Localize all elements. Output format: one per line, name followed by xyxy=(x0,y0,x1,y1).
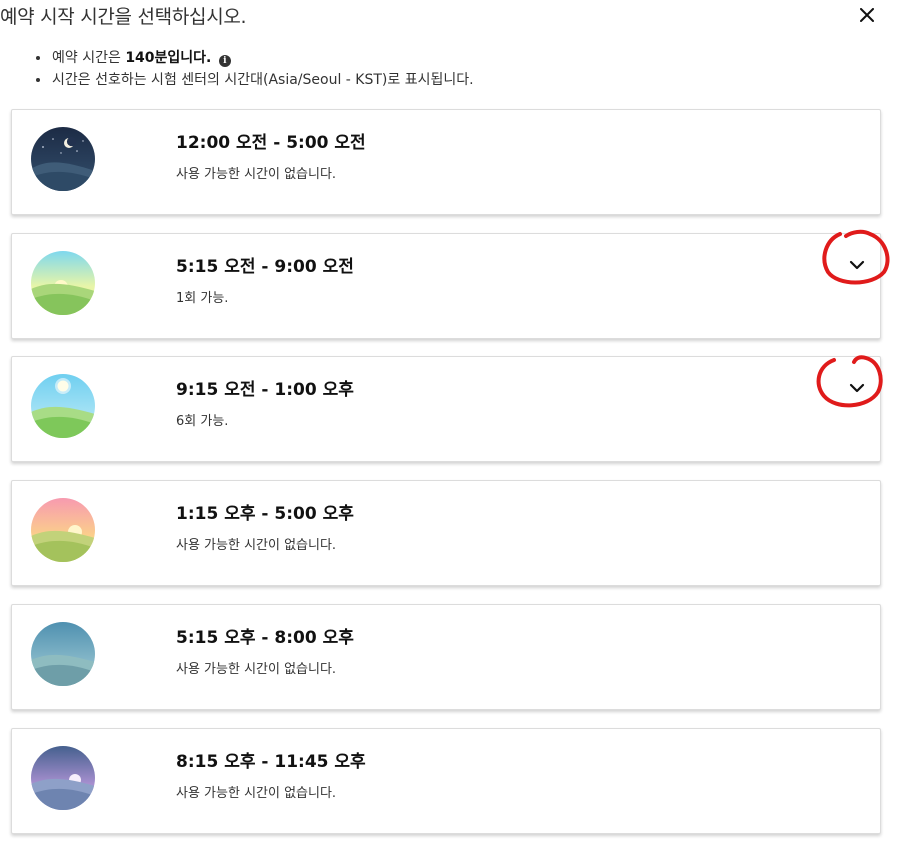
dialog-title: 예약 시작 시간을 선택하십시오. xyxy=(0,6,247,28)
booking-info-list: 예약 시간은 140분입니다. i 시간은 선호하는 시험 센터의 시간대(As… xyxy=(33,47,474,91)
expand-slot-button[interactable] xyxy=(840,248,874,282)
slot-time-range: 8:15 오후 - 11:45 오후 xyxy=(176,752,366,772)
night-moon-icon xyxy=(31,127,95,191)
slot-time-range: 5:15 오후 - 8:00 오후 xyxy=(176,628,354,648)
slot-availability: 사용 가능한 시간이 없습니다. xyxy=(176,538,337,553)
expand-slot-button[interactable] xyxy=(840,371,874,405)
close-icon xyxy=(860,8,874,22)
sunrise-icon xyxy=(31,251,95,315)
time-slot-card[interactable]: 5:15 오후 - 8:00 오후 사용 가능한 시간이 없습니다. xyxy=(11,604,881,710)
slot-time-range: 5:15 오전 - 9:00 오전 xyxy=(176,257,354,277)
time-slot-card[interactable]: 5:15 오전 - 9:00 오전 1회 가능. xyxy=(11,233,881,339)
slot-time-range: 12:00 오전 - 5:00 오전 xyxy=(176,133,366,153)
dusk-icon xyxy=(31,746,95,810)
slot-time-range: 9:15 오전 - 1:00 오후 xyxy=(176,380,354,400)
chevron-down-icon xyxy=(849,260,865,270)
slot-availability: 사용 가능한 시간이 없습니다. xyxy=(176,662,337,677)
slot-availability: 1회 가능. xyxy=(176,291,229,306)
slot-availability: 사용 가능한 시간이 없습니다. xyxy=(176,167,337,182)
close-button[interactable] xyxy=(852,2,882,28)
time-slot-card[interactable]: 9:15 오전 - 1:00 오후 6회 가능. xyxy=(11,356,881,462)
midday-sun-icon xyxy=(31,374,95,438)
duration-prefix: 예약 시간은 xyxy=(52,50,126,66)
duration-note: 예약 시간은 140분입니다. i xyxy=(51,47,474,69)
slot-time-range: 1:15 오후 - 5:00 오후 xyxy=(176,504,354,524)
info-icon[interactable]: i xyxy=(218,55,231,67)
chevron-down-icon xyxy=(849,383,865,393)
duration-value: 140분입니다. xyxy=(125,50,212,66)
afternoon-sun-icon xyxy=(31,498,95,562)
evening-icon xyxy=(31,622,95,686)
time-slot-card[interactable]: 1:15 오후 - 5:00 오후 사용 가능한 시간이 없습니다. xyxy=(11,480,881,586)
timezone-note: 시간은 선호하는 시험 센터의 시간대(Asia/Seoul - KST)로 표… xyxy=(51,69,474,91)
time-slot-card[interactable]: 12:00 오전 - 5:00 오전 사용 가능한 시간이 없습니다. xyxy=(11,109,881,215)
time-slot-card[interactable]: 8:15 오후 - 11:45 오후 사용 가능한 시간이 없습니다. xyxy=(11,728,881,834)
slot-availability: 사용 가능한 시간이 없습니다. xyxy=(176,786,337,801)
slot-availability: 6회 가능. xyxy=(176,414,229,429)
